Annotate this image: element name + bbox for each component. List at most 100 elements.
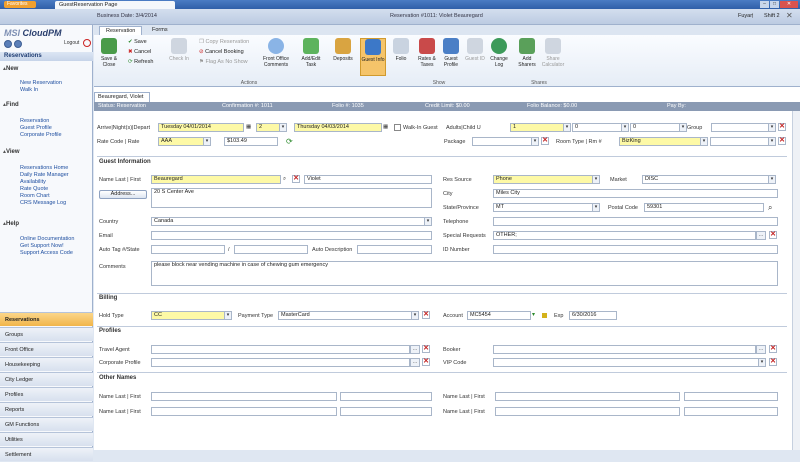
depart-date-field[interactable]: Thursday 04/03/2014 (294, 123, 382, 132)
cancel-booking-button[interactable]: ⊘ Cancel Booking (199, 49, 244, 55)
search-icon[interactable]: ⌕ (283, 176, 286, 183)
account-field[interactable]: MC5454 (467, 311, 531, 320)
nav-walk-in[interactable]: Walk In (20, 87, 38, 93)
maximize-icon[interactable]: □ (770, 1, 779, 8)
nav-get-support[interactable]: Get Support Now! (20, 243, 64, 249)
room-type-field[interactable]: BizKing (619, 137, 701, 146)
clear-special-icon[interactable]: ✕ (769, 231, 777, 239)
save-close-button[interactable]: Save & Close (96, 38, 122, 76)
nav-reservations-home[interactable]: Reservations Home (20, 165, 68, 171)
country-select[interactable]: Canada (151, 217, 425, 226)
comments-field[interactable]: please block near vending machine in cas… (151, 261, 778, 286)
group-dropdown[interactable]: ▾ (769, 123, 776, 132)
module-housekeeping[interactable]: Housekeeping (0, 357, 93, 371)
nav-rate-quote[interactable]: Rate Quote (20, 186, 48, 192)
search-icon[interactable]: ⌕ (768, 203, 772, 213)
add-edit-task-button[interactable]: Add/Edit Task (298, 38, 324, 76)
tab-forms[interactable]: Forms (146, 26, 174, 35)
clear-name-icon[interactable]: ✕ (292, 175, 300, 183)
child-b-stepper[interactable]: ▾ (680, 123, 687, 132)
walkin-checkbox[interactable] (394, 124, 401, 131)
state-dropdown[interactable]: ▾ (593, 203, 600, 212)
state-select[interactable]: MT (493, 203, 593, 212)
email-field[interactable] (151, 231, 432, 240)
module-gm-functions[interactable]: GM Functions (0, 417, 93, 431)
other-first-name-field[interactable] (340, 392, 432, 401)
payment-type-select[interactable]: MasterCard (278, 311, 412, 320)
calendar-icon[interactable]: ▦ (383, 124, 388, 130)
market-select[interactable]: DISC (642, 175, 769, 184)
minimize-icon[interactable]: – (760, 1, 769, 8)
nav-room-chart[interactable]: Room Chart (20, 193, 50, 199)
calendar-icon[interactable]: ▦ (246, 124, 251, 130)
other-last-name-field[interactable] (495, 407, 680, 416)
clear-payment-icon[interactable]: ✕ (422, 311, 430, 319)
hold-type-select[interactable]: CC (151, 311, 225, 320)
other-first-name-field[interactable] (684, 407, 778, 416)
clear-corporate-icon[interactable]: ✕ (422, 358, 430, 366)
favorites-button[interactable]: Favorites (4, 1, 36, 8)
rate-code-dropdown[interactable]: ▾ (204, 137, 211, 146)
child-a-stepper[interactable]: ▾ (622, 123, 629, 132)
room-number-field[interactable] (710, 137, 769, 146)
hold-type-dropdown[interactable]: ▾ (225, 311, 232, 320)
document-tab[interactable]: Beauregard, Violet (94, 92, 150, 102)
autotag-state-field[interactable] (234, 245, 308, 254)
special-requests-field[interactable]: OTHER; (493, 231, 756, 240)
logout-icon[interactable] (83, 39, 91, 47)
other-last-name-field[interactable] (151, 392, 337, 401)
telephone-field[interactable] (493, 217, 778, 226)
clear-package-icon[interactable]: ✕ (541, 137, 549, 145)
module-reports[interactable]: Reports (0, 402, 93, 416)
nav-support-access-code[interactable]: Support Access Code (20, 250, 73, 256)
address-field[interactable]: 20 S Center Ave (151, 188, 432, 208)
copy-reservation-button[interactable]: ❐ Copy Reservation (199, 39, 249, 45)
adults-stepper[interactable]: ▾ (564, 123, 571, 132)
payment-type-dropdown[interactable]: ▾ (412, 311, 419, 320)
package-dropdown[interactable]: ▾ (532, 137, 539, 146)
child-a-field[interactable]: 0 (572, 123, 622, 132)
city-field[interactable]: Miles City (493, 189, 778, 198)
browser-tab[interactable]: GuestReservation Page (55, 1, 175, 9)
booker-lookup[interactable]: … (756, 345, 766, 354)
forward-icon[interactable] (14, 40, 22, 48)
clear-travel-agent-icon[interactable]: ✕ (422, 345, 430, 353)
nav-daily-rate-manager[interactable]: Daily Rate Manager (20, 172, 69, 178)
travel-agent-field[interactable] (151, 345, 410, 354)
other-first-name-field[interactable] (340, 407, 432, 416)
autotag-field[interactable] (151, 245, 225, 254)
check-in-button[interactable]: Check In (166, 38, 192, 76)
group-select[interactable] (711, 123, 769, 132)
nav-availability[interactable]: Availability (20, 179, 46, 185)
module-profiles[interactable]: Profiles (0, 387, 93, 401)
nav-crs-message-log[interactable]: CRS Message Log (20, 200, 66, 206)
res-source-dropdown[interactable]: ▾ (593, 175, 600, 184)
guest-profile-button[interactable]: Guest Profile (438, 38, 464, 76)
arrive-date-field[interactable]: Tuesday 04/01/2014 (158, 123, 244, 132)
other-last-name-field[interactable] (495, 392, 680, 401)
nav-new-reservation[interactable]: New Reservation (20, 80, 62, 86)
package-select[interactable] (472, 137, 532, 146)
cancel-button[interactable]: ✖ Cancel (128, 49, 151, 55)
last-name-field[interactable]: Beauregard (151, 175, 281, 184)
front-office-comments-button[interactable]: Front Office Comments (258, 38, 294, 76)
folio-button[interactable]: Folio (388, 38, 414, 76)
other-first-name-field[interactable] (684, 392, 778, 401)
module-front-office[interactable]: Front Office (0, 342, 93, 356)
nav-online-documentation[interactable]: Online Documentation (20, 236, 74, 242)
nights-stepper[interactable]: ▾ (280, 123, 287, 132)
postal-field[interactable]: 59301 (644, 203, 764, 212)
refresh-rate-icon[interactable]: ⟳ (286, 137, 293, 146)
nav-corporate-profile[interactable]: Corporate Profile (20, 132, 62, 138)
guest-id-button[interactable]: Guest ID (462, 38, 488, 76)
rate-code-field[interactable]: AAA (158, 137, 204, 146)
close-panel-icon[interactable]: ✕ (786, 11, 793, 20)
tab-reservation[interactable]: Reservation (99, 26, 143, 35)
exp-field[interactable]: 6/30/2016 (569, 311, 617, 320)
vip-code-select[interactable] (493, 358, 759, 367)
clear-room-icon[interactable]: ✕ (778, 137, 786, 145)
module-reservations[interactable]: Reservations (0, 312, 93, 326)
nights-field[interactable]: 2 (256, 123, 280, 132)
clear-group-icon[interactable]: ✕ (778, 123, 786, 131)
corporate-lookup[interactable]: … (410, 358, 420, 367)
